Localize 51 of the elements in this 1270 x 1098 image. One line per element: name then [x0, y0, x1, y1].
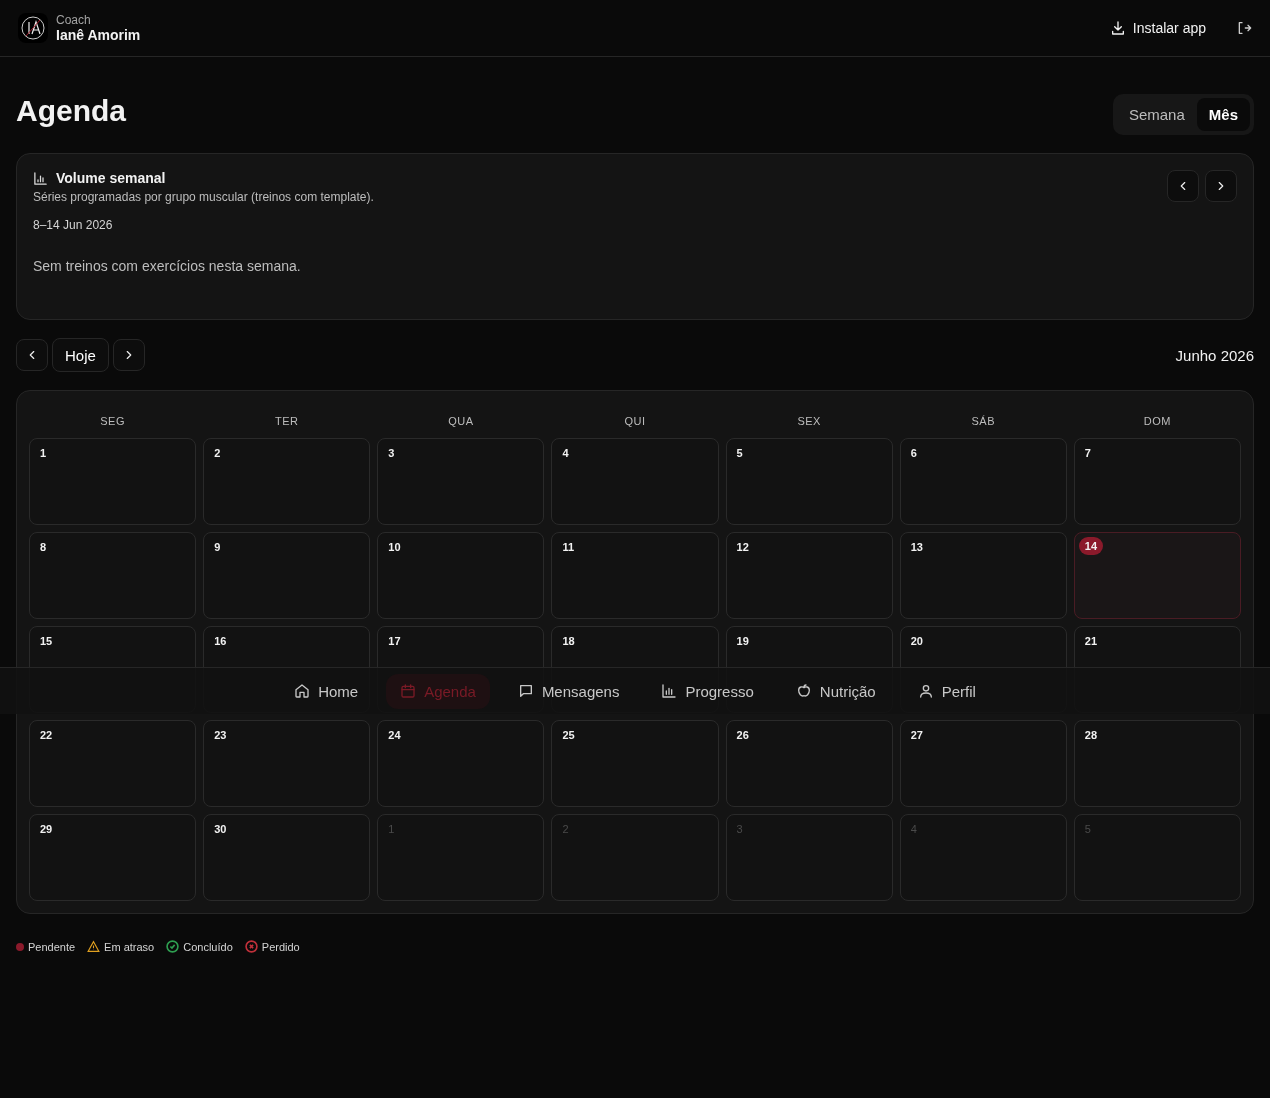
day-number: 14 — [1078, 537, 1104, 555]
weekday-header: SÁB — [970, 414, 997, 429]
day-number: 6 — [910, 447, 917, 459]
day-number: 25 — [562, 729, 575, 741]
day-number: 23 — [214, 729, 227, 741]
day-number: 17 — [388, 635, 401, 647]
legend-label: Concluído — [183, 940, 233, 953]
day-number: 7 — [1084, 447, 1091, 459]
legend-label: Pendente — [28, 940, 76, 953]
month-label: Junho 2026 — [1175, 346, 1254, 364]
legend-label: Em atraso — [104, 940, 155, 953]
weekday-header: QUA — [447, 414, 475, 429]
day-number: 5 — [736, 447, 743, 459]
day-number: 24 — [388, 729, 401, 741]
day-number: 29 — [40, 823, 53, 835]
coach-name: Ianê Amorim — [56, 27, 142, 43]
day-number: 26 — [736, 729, 749, 741]
day-number: 3 — [736, 823, 743, 835]
day-number: 11 — [562, 541, 575, 553]
day-number: 22 — [40, 729, 53, 741]
day-number: 9 — [214, 541, 221, 553]
card-subtitle: Séries programadas por grupo muscular (treinos com template). — [33, 190, 375, 204]
card-title: Volume semanal — [56, 170, 166, 186]
day-number: 30 — [214, 823, 227, 835]
day-number: 27 — [910, 729, 923, 741]
weekday-header: TER — [273, 414, 300, 429]
weekday-header: DOM — [1142, 414, 1172, 429]
day-number: 16 — [214, 635, 227, 647]
day-number: 10 — [388, 541, 401, 553]
day-number: 4 — [562, 447, 569, 459]
day-number: 21 — [1084, 635, 1098, 647]
weekday-header: QUI — [623, 414, 647, 429]
weekday-header: SEX — [796, 414, 822, 429]
day-number: 20 — [910, 635, 923, 647]
day-number: 19 — [736, 635, 749, 647]
day-number: 1 — [40, 447, 47, 459]
role-label: Coach — [56, 13, 92, 27]
day-number: 3 — [388, 447, 395, 459]
day-number: 18 — [562, 635, 575, 647]
day-number: 2 — [214, 447, 221, 459]
empty-message: Sem treinos com exercícios nesta semana. — [33, 258, 302, 274]
page-title: Agenda — [16, 93, 126, 128]
day-number: 4 — [910, 823, 917, 835]
day-number: 13 — [910, 541, 923, 553]
legend-label: Perdido — [261, 940, 300, 953]
date-range: 8–14 Jun 2026 — [33, 218, 114, 232]
day-number: 12 — [736, 541, 749, 553]
day-number: 15 — [40, 635, 53, 647]
day-number: 28 — [1084, 729, 1098, 741]
day-number: 8 — [40, 541, 47, 553]
weekday-header: SEG — [99, 414, 126, 429]
